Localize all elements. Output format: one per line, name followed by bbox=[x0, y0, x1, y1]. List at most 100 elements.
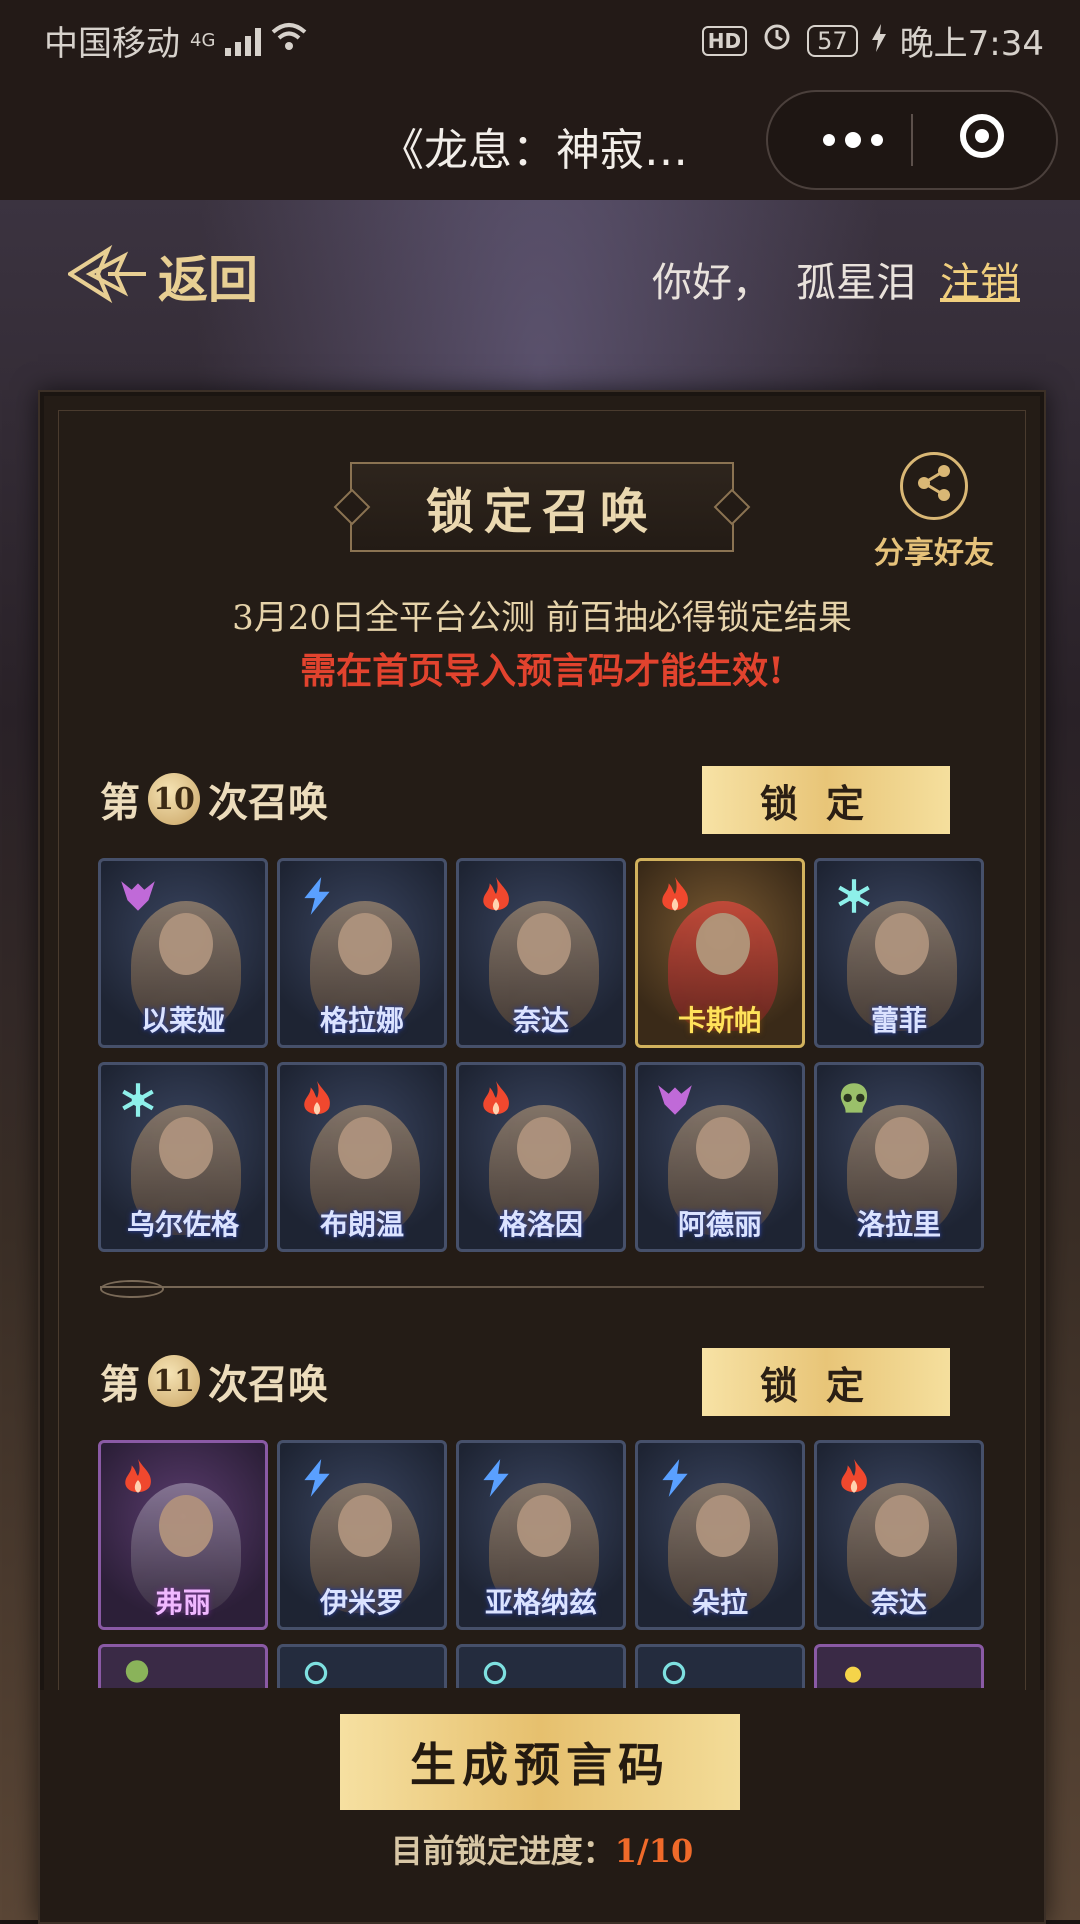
hero-name: 奈达 bbox=[512, 1004, 569, 1037]
frost-icon bbox=[658, 1657, 690, 1688]
fire-icon bbox=[117, 1457, 159, 1499]
progress-label: 目前锁定进度： bbox=[390, 1832, 615, 1870]
round-suffix: 次召唤 bbox=[208, 1361, 328, 1408]
username: 孤星泪 bbox=[796, 260, 916, 306]
hero-card[interactable]: 格洛因 bbox=[456, 1062, 626, 1252]
hero-card[interactable] bbox=[277, 1644, 447, 1688]
alarm-icon bbox=[761, 20, 793, 61]
lightning-icon bbox=[296, 1457, 338, 1499]
page-header: 返回 你好， 孤星泪 注销 bbox=[0, 240, 1080, 320]
hero-name: 亚格纳兹 bbox=[484, 1586, 597, 1619]
greeting-text: 你好， bbox=[652, 260, 772, 306]
lock-progress: 目前锁定进度：1/10 bbox=[40, 1826, 1044, 1872]
hero-card[interactable]: 布朗温 bbox=[277, 1062, 447, 1252]
poison-icon bbox=[833, 1079, 875, 1121]
progress-value: 1/10 bbox=[614, 1832, 694, 1870]
hero-card[interactable]: 亚格纳兹 bbox=[456, 1440, 626, 1630]
lock-button-round-10[interactable]: 锁定 bbox=[702, 766, 950, 834]
lightning-icon bbox=[654, 1457, 696, 1499]
hero-name: 以莱娅 bbox=[140, 1004, 225, 1037]
hero-name: 格拉娜 bbox=[319, 1004, 404, 1037]
share-icon bbox=[900, 452, 968, 520]
hero-name: 朵拉 bbox=[691, 1586, 748, 1619]
clock: 晚上7:34 bbox=[899, 24, 1044, 64]
hero-card[interactable]: 以莱娅 bbox=[98, 858, 268, 1048]
hero-card[interactable]: 格拉娜 bbox=[277, 858, 447, 1048]
lock-summon-panel: 锁定召唤 分享好友 3月20日全平台公测 前百抽必得锁定结果 需在首页导入预言码… bbox=[38, 390, 1046, 1924]
panel-title-frame: 锁定召唤 bbox=[350, 462, 734, 552]
hero-name: 弗丽 bbox=[154, 1586, 211, 1619]
poison-icon bbox=[121, 1657, 153, 1688]
scrolled-hero-row bbox=[98, 1644, 988, 1688]
lightning-icon bbox=[296, 875, 338, 917]
status-bar: 中国移动 4G HD 57 晚上7:34 bbox=[0, 0, 1080, 78]
round-prefix: 第 bbox=[100, 779, 140, 826]
battery-icon: 57 bbox=[807, 24, 858, 57]
share-label: 分享好友 bbox=[874, 536, 994, 571]
back-arrow-icon bbox=[66, 244, 148, 308]
share-button[interactable]: 分享好友 bbox=[864, 452, 1004, 572]
hero-name: 阿德丽 bbox=[677, 1208, 762, 1241]
bottom-action-bar: 生成预言码 目前锁定进度：1/10 bbox=[40, 1690, 1044, 1922]
hero-name: 乌尔佐格 bbox=[126, 1208, 239, 1241]
launch-notice: 3月20日全平台公测 前百抽必得锁定结果 bbox=[232, 598, 852, 638]
dragon-icon bbox=[117, 875, 159, 917]
hero-card[interactable]: 卡斯帕 bbox=[635, 858, 805, 1048]
charging-icon bbox=[871, 21, 886, 61]
carrier-label: 中国移动 bbox=[44, 24, 180, 64]
hero-card[interactable] bbox=[98, 1644, 268, 1688]
hero-name: 格洛因 bbox=[498, 1208, 583, 1241]
lightning-icon bbox=[475, 1457, 517, 1499]
hero-card[interactable]: 奈达 bbox=[456, 858, 626, 1048]
more-dots-icon[interactable] bbox=[808, 92, 898, 188]
hero-card[interactable]: 乌尔佐格 bbox=[98, 1062, 268, 1252]
lock-button-round-11[interactable]: 锁定 bbox=[702, 1348, 950, 1416]
round-number-badge: 10 bbox=[148, 773, 200, 825]
hero-name: 卡斯帕 bbox=[677, 1004, 762, 1037]
hero-card[interactable] bbox=[635, 1644, 805, 1688]
hero-card[interactable]: 弗丽 bbox=[98, 1440, 268, 1630]
miniprogram-capsule bbox=[766, 90, 1058, 190]
activation-warning: 需在首页导入预言码才能生效! bbox=[300, 650, 784, 692]
frost-icon bbox=[479, 1657, 511, 1688]
hero-name: 奈达 bbox=[870, 1586, 927, 1619]
frost-icon bbox=[300, 1657, 332, 1688]
hero-name: 蕾菲 bbox=[870, 1004, 927, 1037]
miniprogram-titlebar: 《龙息：神寂… bbox=[0, 78, 1080, 200]
dragon-icon bbox=[654, 1079, 696, 1121]
round-11-hero-grid: 弗丽 伊米罗 亚格纳兹 朵拉 奈达 bbox=[98, 1440, 988, 1630]
round-number-badge: 11 bbox=[148, 1355, 200, 1407]
generate-code-button[interactable]: 生成预言码 bbox=[340, 1714, 740, 1810]
fire-icon bbox=[296, 1079, 338, 1121]
logout-link[interactable]: 注销 bbox=[940, 250, 1020, 308]
hero-card[interactable]: 奈达 bbox=[814, 1440, 984, 1630]
hero-card[interactable] bbox=[456, 1644, 626, 1688]
hero-name: 布朗温 bbox=[319, 1208, 404, 1241]
hero-card[interactable]: 朵拉 bbox=[635, 1440, 805, 1630]
hero-name: 洛拉里 bbox=[856, 1208, 941, 1241]
frost-icon bbox=[117, 1079, 159, 1121]
fire-icon bbox=[654, 875, 696, 917]
hero-card[interactable]: 蕾菲 bbox=[814, 858, 984, 1048]
signal-icon bbox=[225, 26, 262, 56]
fire-icon bbox=[475, 1079, 517, 1121]
fire-icon bbox=[475, 875, 517, 917]
round-prefix: 第 bbox=[100, 1361, 140, 1408]
frost-icon bbox=[833, 875, 875, 917]
round-11-heading: 第 11 次召唤 bbox=[100, 1346, 328, 1416]
miniprogram-close-icon[interactable] bbox=[960, 114, 1004, 158]
fire-icon bbox=[833, 1457, 875, 1499]
back-label: 返回 bbox=[158, 250, 258, 309]
hero-name: 伊米罗 bbox=[319, 1586, 404, 1619]
light-icon bbox=[837, 1657, 869, 1688]
hero-card[interactable]: 洛拉里 bbox=[814, 1062, 984, 1252]
hero-card[interactable]: 阿德丽 bbox=[635, 1062, 805, 1252]
page-title: 《龙息：神寂… bbox=[380, 125, 688, 176]
back-button[interactable]: 返回 bbox=[66, 240, 258, 312]
panel-title: 锁定召唤 bbox=[425, 484, 658, 540]
user-greeting: 你好， 孤星泪 注销 bbox=[652, 250, 1020, 308]
round-10-heading: 第 10 次召唤 bbox=[100, 764, 328, 834]
hero-card[interactable] bbox=[814, 1644, 984, 1688]
network-type: 4G bbox=[190, 30, 216, 51]
hero-card[interactable]: 伊米罗 bbox=[277, 1440, 447, 1630]
